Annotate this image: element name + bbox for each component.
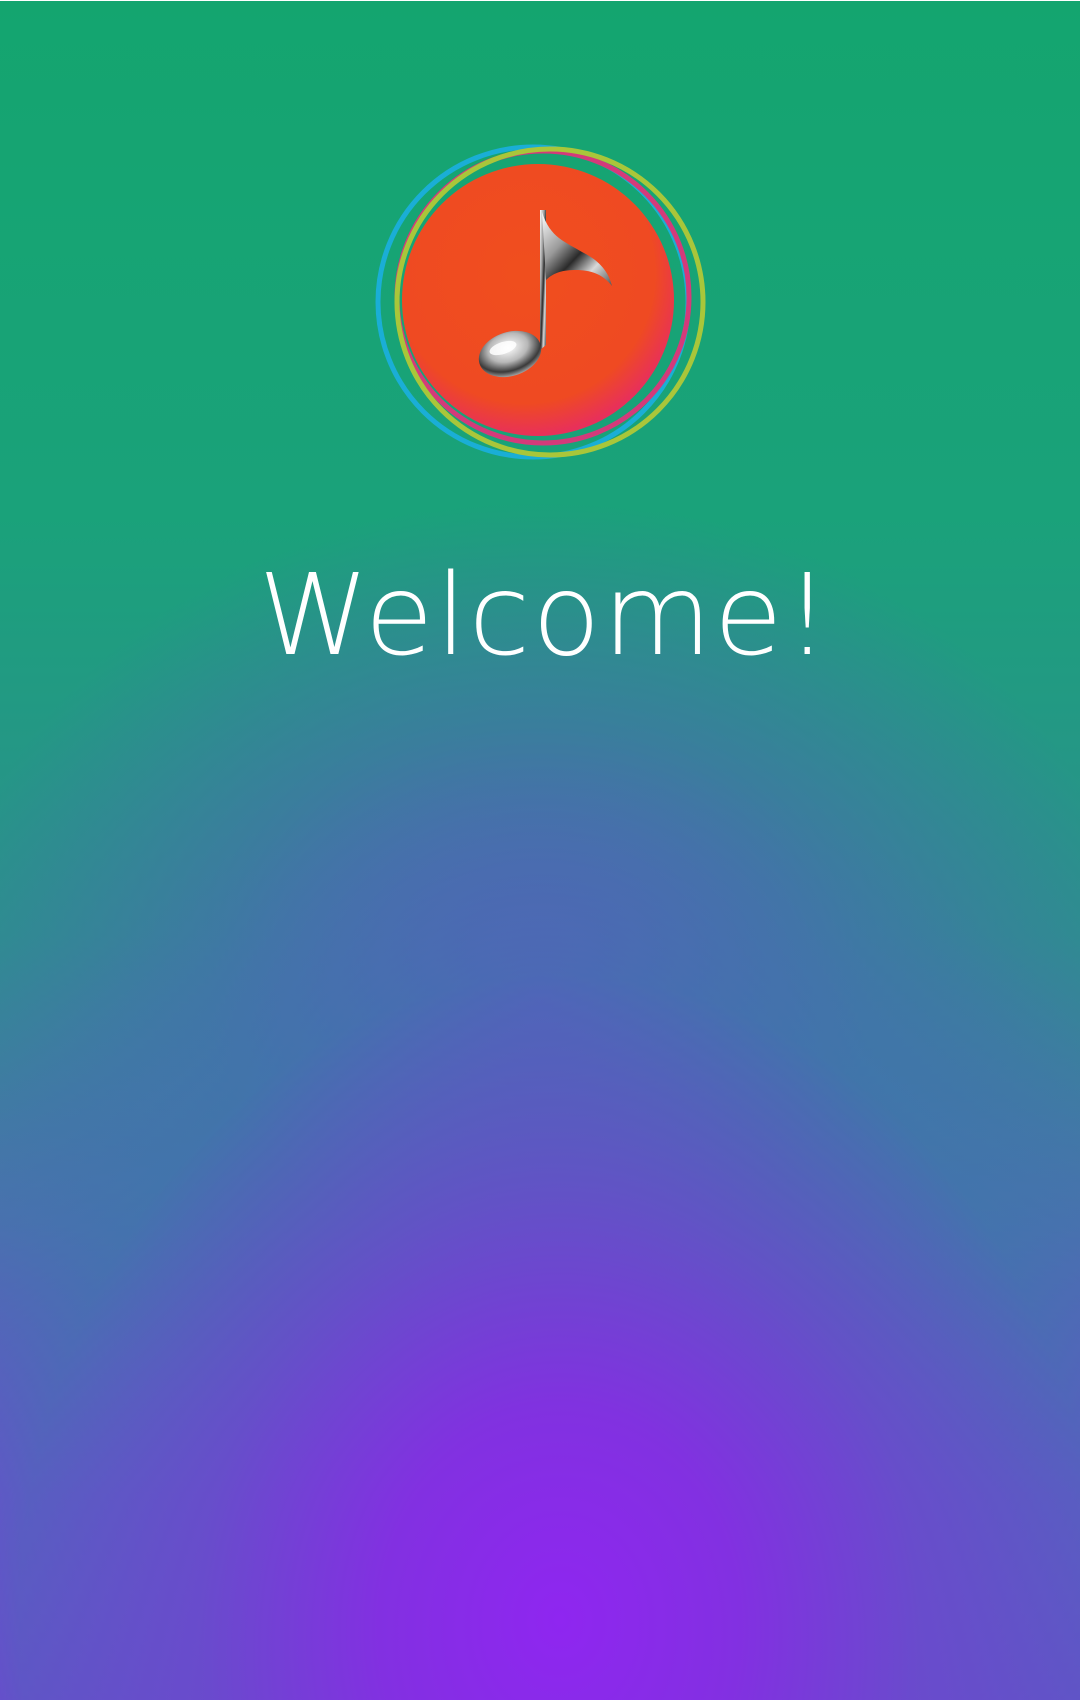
app-logo [360,130,730,500]
top-divider [0,0,1080,1]
welcome-screen: Welcome! [0,0,1080,1700]
welcome-heading: Welcome! [258,551,832,681]
music-note-icon [375,144,706,460]
